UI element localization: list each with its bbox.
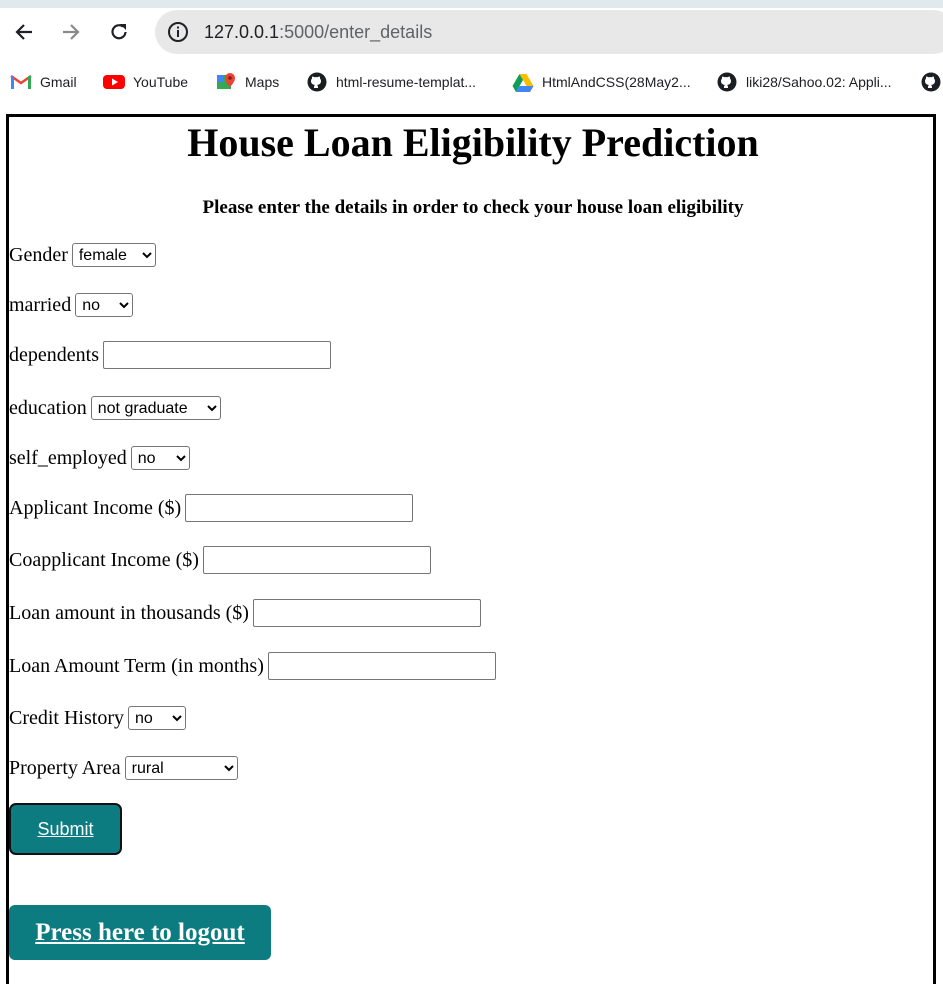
youtube-icon [103,72,125,92]
bookmark-label: Maps [245,74,280,90]
education-select[interactable]: not graduate [90,396,221,420]
applicant-income-input[interactable] [185,494,414,522]
browser-toolbar: 127.0.0.1:5000/enter_details [0,0,943,62]
github-icon [716,72,738,92]
bookmark-github-overflow[interactable] [920,71,943,93]
applicant-income-label: Applicant Income ($) [9,496,182,519]
bookmark-label: html-resume-templat... [336,74,477,90]
github-icon [920,72,942,92]
coapplicant-income-row: Coapplicant Income ($) [9,546,431,574]
bookmark-html-resume[interactable]: html-resume-templat... [306,71,476,93]
self-employed-row: self_employed no [9,446,190,470]
bookmark-htmlandcss[interactable]: HtmlAndCSS(28May2... [512,71,691,93]
coapplicant-income-label: Coapplicant Income ($) [9,548,199,571]
google-drive-icon [512,72,534,92]
dependents-label: dependents [9,343,99,366]
coapplicant-income-input[interactable] [202,546,431,574]
self-employed-label: self_employed [9,446,127,469]
reload-icon[interactable] [105,18,133,46]
gmail-icon [10,72,32,92]
bookmark-maps[interactable]: Maps [215,71,279,93]
credit-history-label: Credit History [9,706,124,729]
bookmark-label: YouTube [133,74,189,90]
url-host: 127.0.0.1 [204,22,280,42]
loan-term-label: Loan Amount Term (in months) [9,654,264,677]
education-row: education not graduate [9,396,221,420]
gender-row: Gender female [9,243,156,267]
dependents-input[interactable] [102,341,331,369]
gender-label: Gender [9,243,68,266]
page-frame: House Loan Eligibility Prediction Please… [6,114,936,984]
bookmark-label: liki28/Sahoo.02: Appli... [746,74,892,90]
credit-history-row: Credit History no [9,706,186,730]
submit-button[interactable]: Submit [9,803,122,855]
bookmark-youtube[interactable]: YouTube [103,71,188,93]
property-area-row: Property Area rural [9,756,238,780]
gender-select[interactable]: female [71,243,156,267]
bookmark-gmail[interactable]: Gmail [10,71,77,93]
self-employed-select[interactable]: no [130,446,190,470]
married-select[interactable]: no [75,293,134,317]
loan-term-input[interactable] [267,652,496,680]
github-icon [306,72,328,92]
page-subtitle: Please enter the details in order to che… [202,197,744,218]
page-title: House Loan Eligibility Prediction [187,120,759,165]
loan-amount-input[interactable] [252,599,481,627]
married-label: married [9,293,72,316]
address-bar[interactable]: 127.0.0.1:5000/enter_details [155,10,943,54]
property-area-label: Property Area [9,756,121,779]
property-area-select[interactable]: rural [124,756,238,780]
loan-amount-label: Loan amount in thousands ($) [9,601,249,624]
logout-button[interactable]: Press here to logout [9,905,271,960]
applicant-income-row: Applicant Income ($) [9,494,414,522]
bookmark-liki28[interactable]: liki28/Sahoo.02: Appli... [716,71,892,93]
loan-term-row: Loan Amount Term (in months) [9,652,496,680]
credit-history-select[interactable]: no [128,706,186,730]
url-path: :5000/enter_details [279,22,433,42]
dependents-row: dependents [9,341,331,369]
married-row: married no [9,293,134,317]
url-text: 127.0.0.1:5000/enter_details [204,21,432,43]
bookmark-label: Gmail [40,74,77,90]
site-info-icon[interactable] [167,21,189,43]
bookmarks-bar: Gmail YouTube Maps html-resume-templat..… [0,62,943,100]
tab-strip [0,0,943,8]
back-icon[interactable] [10,18,38,46]
maps-icon [215,72,237,92]
education-label: education [9,396,87,419]
forward-icon[interactable] [57,18,85,46]
bookmark-label: HtmlAndCSS(28May2... [542,74,691,90]
loan-amount-row: Loan amount in thousands ($) [9,599,481,627]
